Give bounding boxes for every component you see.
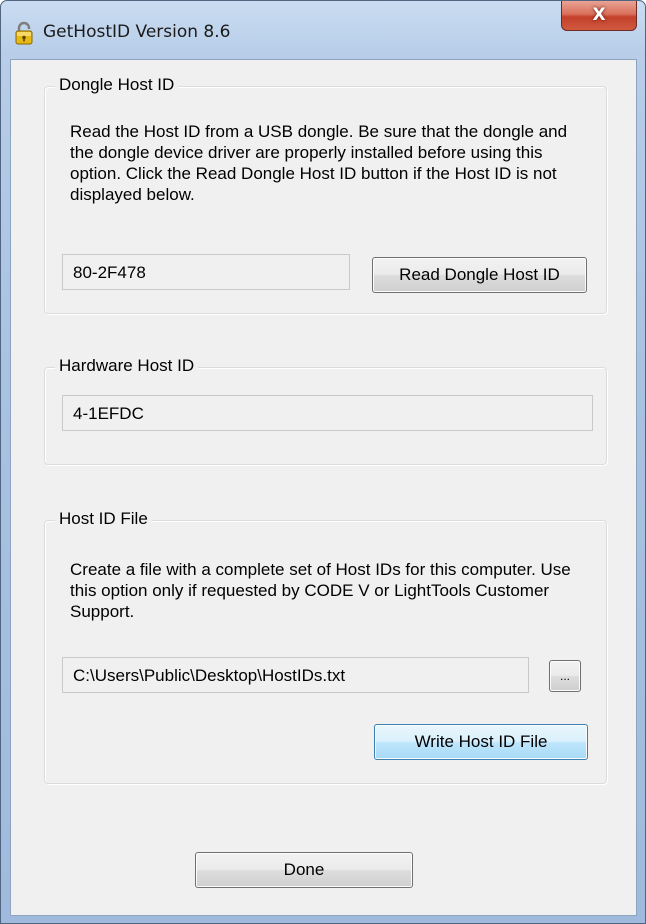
dongle-description: Read the Host ID from a USB dongle. Be s… [70, 122, 568, 204]
dialog-client-area: Dongle Host ID Read the Host ID from a U… [10, 59, 637, 916]
host-id-file-legend: Host ID File [55, 509, 152, 529]
dialog-window: GetHostID Version 8.6 X Dongle Host ID R… [0, 0, 646, 924]
padlock-icon [15, 21, 33, 45]
done-button[interactable]: Done [195, 852, 413, 888]
write-host-id-file-button[interactable]: Write Host ID File [374, 724, 588, 760]
browse-button[interactable]: ... [549, 660, 581, 692]
dongle-host-id-legend: Dongle Host ID [55, 75, 179, 95]
hardware-host-id-group: Hardware Host ID 4-1EFDC [44, 356, 607, 465]
window-title: GetHostID Version 8.6 [43, 22, 231, 42]
dongle-host-id-group: Dongle Host ID Read the Host ID from a U… [44, 75, 607, 314]
read-dongle-host-id-button[interactable]: Read Dongle Host ID [372, 257, 587, 293]
host-id-file-path-field[interactable]: C:\Users\Public\Desktop\HostIDs.txt [62, 657, 529, 693]
host-id-file-description: Create a file with a complete set of Hos… [70, 560, 571, 621]
dongle-host-id-field: 80-2F478 [62, 254, 350, 290]
title-bar[interactable]: GetHostID Version 8.6 X [1, 1, 645, 59]
close-button[interactable]: X [561, 1, 637, 31]
host-id-file-group: Host ID File Create a file with a comple… [44, 509, 607, 784]
hardware-host-id-legend: Hardware Host ID [55, 356, 199, 376]
hardware-host-id-field: 4-1EFDC [62, 395, 593, 431]
